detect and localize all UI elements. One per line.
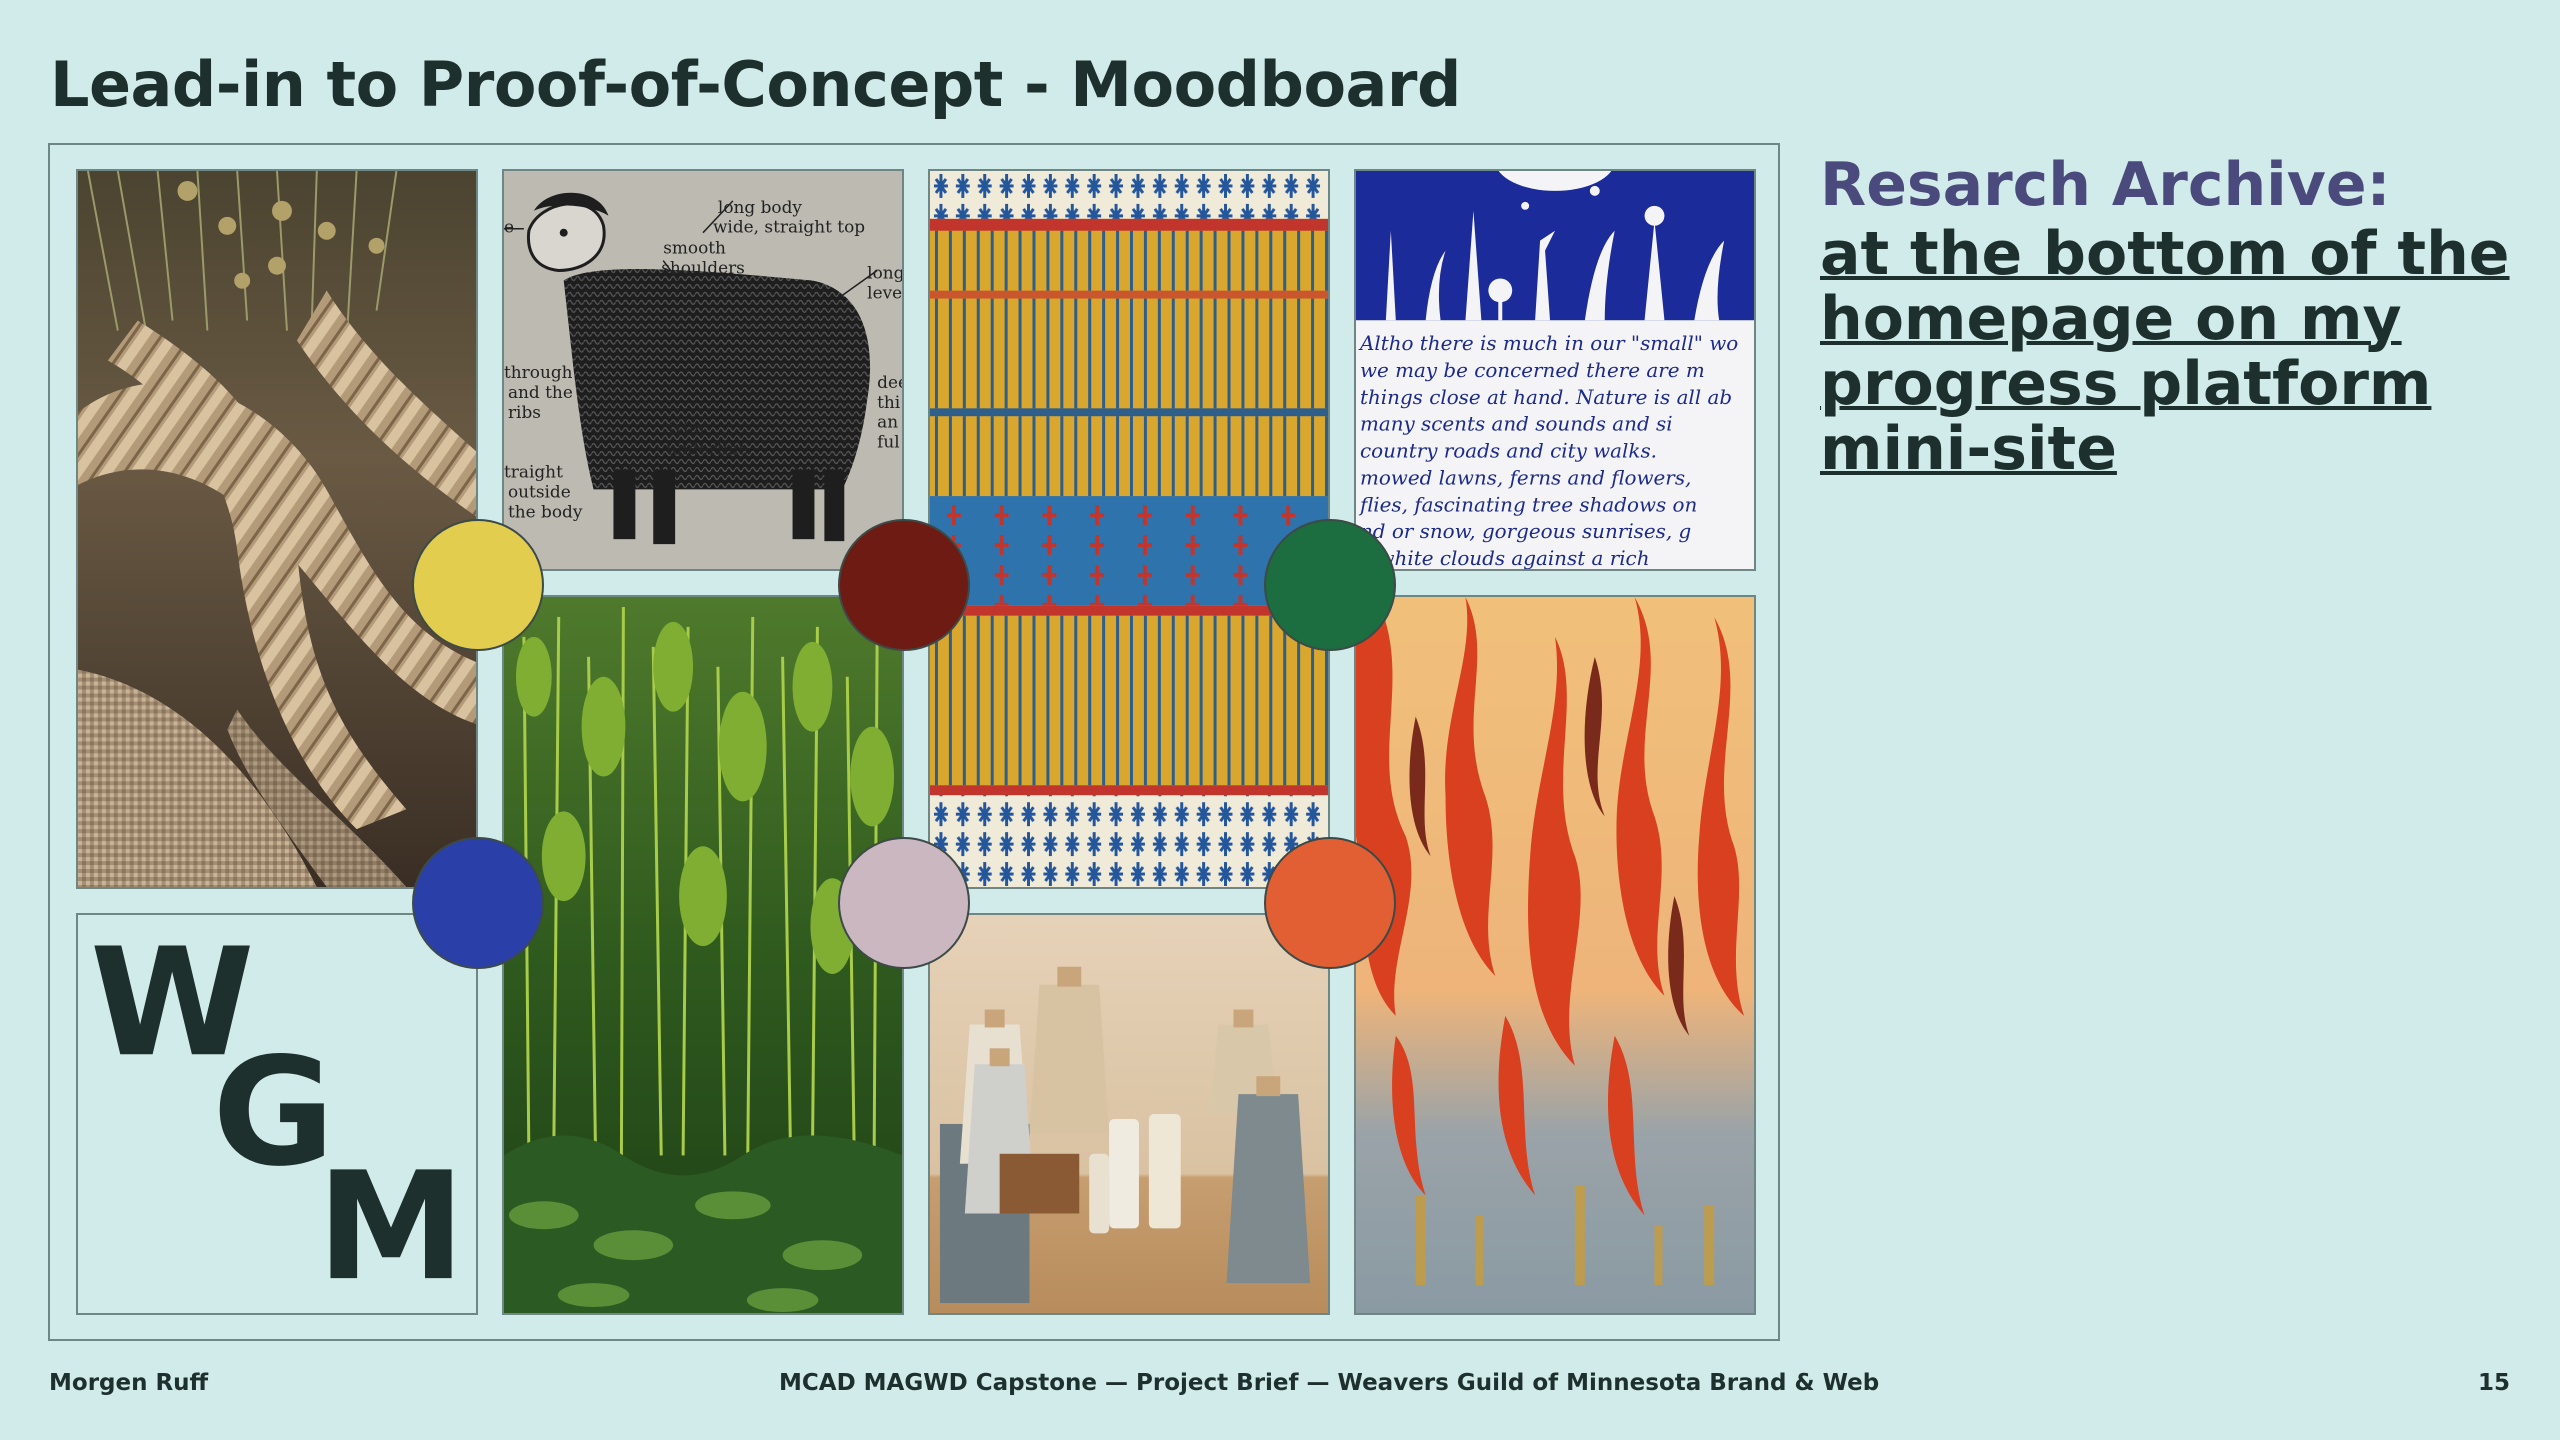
- sheep-diagram-photo: long body wide, straight top smooth shou…: [502, 169, 904, 571]
- rope-knot-photo: [76, 169, 478, 889]
- sheep-label: the body: [508, 501, 583, 521]
- swatch-mauve: [838, 837, 970, 969]
- swatch-yellow: [412, 519, 544, 651]
- yarn-cones-photo: [928, 913, 1330, 1315]
- poem-line: mowed lawns, ferns and flowers,: [1360, 466, 1691, 489]
- nature-poem-image: Altho there is much in our "small" wo we…: [1356, 171, 1754, 569]
- sheep-label: long body: [718, 197, 802, 217]
- sheep-label: ful: [877, 432, 900, 452]
- sheep-label: leve: [867, 282, 902, 302]
- swatch-maroon: [838, 519, 970, 651]
- page-number: 15: [2477, 1370, 2510, 1396]
- sheep-label: shoulders: [661, 257, 745, 277]
- sheep-label: and the: [508, 382, 573, 402]
- logo-letter-m: M: [317, 1140, 466, 1313]
- footer-course: MCAD MAGWD Capstone — Project Brief — We…: [779, 1370, 1880, 1396]
- wgm-logo-image: W G M: [90, 916, 466, 1313]
- wgm-logo: W G M: [76, 913, 478, 1315]
- poem-line: nd or snow, gorgeous sunrises, g: [1360, 520, 1691, 543]
- poem-line: many scents and sounds and si: [1360, 413, 1673, 436]
- sheep-label: traight: [504, 461, 563, 481]
- sheep-label: ribs: [508, 402, 541, 422]
- sheep-label: through: [504, 362, 573, 382]
- poem-line: things close at hand. Nature is all ab: [1360, 386, 1732, 409]
- sheep-label: wide, straight top: [713, 217, 865, 237]
- poem-line: y white clouds against a rich: [1359, 547, 1650, 569]
- sheep-label: long: [867, 262, 902, 282]
- sheep-label: smooth: [663, 238, 726, 258]
- research-archive-link[interactable]: at the bottom of the homepage on my prog…: [1820, 222, 2520, 482]
- moodboard-frame: long body wide, straight top smooth shou…: [48, 143, 1780, 1341]
- flame-tapestry-image: [1356, 597, 1754, 1313]
- sheep-label: trim: [668, 419, 704, 439]
- sheep-label: underline: [666, 439, 748, 459]
- woven-textile-image: [930, 171, 1328, 887]
- sheep-label: outside: [508, 481, 571, 501]
- nature-poem-print: Altho there is much in our "small" wo we…: [1354, 169, 1756, 571]
- swatch-green: [1264, 519, 1396, 651]
- slide-title: Lead-in to Proof-of-Concept - Moodboard: [50, 48, 1461, 121]
- sheep-diagram-image: long body wide, straight top smooth shou…: [504, 171, 902, 569]
- footer-author: Morgen Ruff: [49, 1370, 209, 1396]
- sheep-label: e: [504, 217, 514, 237]
- sheep-label: dee: [877, 372, 902, 392]
- hemp-field-photo: [502, 595, 904, 1315]
- yarn-cones-image: [930, 915, 1328, 1313]
- research-archive-heading: Resarch Archive:: [1820, 150, 2391, 220]
- woven-textile-photo: [928, 169, 1330, 889]
- poem-line: flies, fascinating tree shadows on: [1358, 493, 1697, 516]
- swatch-orange: [1264, 837, 1396, 969]
- poem-line: we may be concerned there are m: [1360, 359, 1705, 382]
- sheep-label: thi: [877, 392, 901, 412]
- poem-line: country roads and city walks.: [1360, 440, 1657, 463]
- flame-tapestry-photo: [1354, 595, 1756, 1315]
- hemp-field-image: [504, 597, 902, 1313]
- sheep-label: an: [877, 412, 898, 432]
- rope-knot-image: [78, 171, 476, 887]
- swatch-blue: [412, 837, 544, 969]
- poem-line: Altho there is much in our "small" wo: [1358, 332, 1738, 355]
